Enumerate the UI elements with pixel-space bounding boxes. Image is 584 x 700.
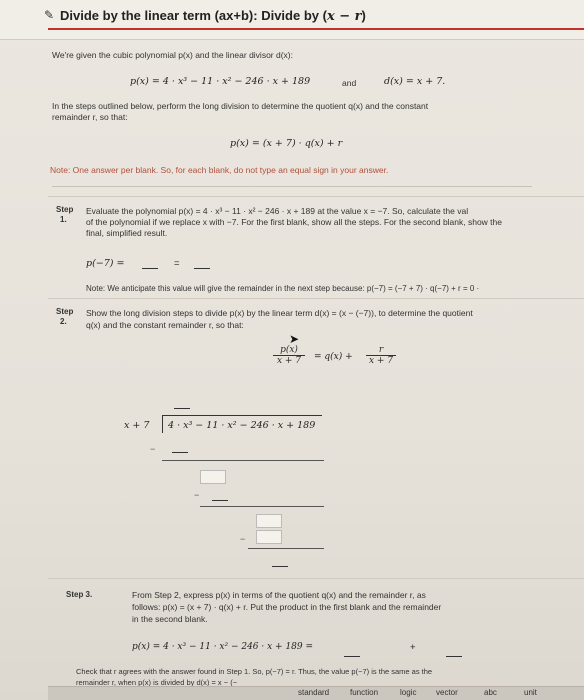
quotient-expression: = q(x) + <box>314 352 353 362</box>
minus-sign-3: − <box>240 534 246 544</box>
toolbar-tab-unit[interactable]: unit <box>524 688 537 697</box>
note-text: Note: One answer per blank. So, for each… <box>50 165 389 175</box>
step-1-label: Step 1. <box>56 205 74 225</box>
division-identity: p(x) = (x + 7) · q(x) + r <box>230 138 343 149</box>
remainder-blank[interactable] <box>446 656 462 657</box>
divider <box>52 186 532 187</box>
step-3-text-2: follows: p(x) = (x + 7) · q(x) + r. Put … <box>132 602 442 612</box>
divisor-equation: d(x) = x + 7. <box>384 76 446 87</box>
step-3-label: Step 3. <box>66 590 93 599</box>
step-1-eval-lhs: p(−7) = <box>86 258 125 269</box>
step-1-text-2: of the polynomial if we replace x with −… <box>86 217 503 227</box>
dividend-label: 4 · x³ − 11 · x² − 246 · x + 189 <box>168 420 316 431</box>
fraction-p-over-d: p(x) x + 7 <box>273 345 305 366</box>
remainder-blank-1[interactable] <box>200 470 226 484</box>
question-header: ✎ Divide by the linear term (ax+b): Divi… <box>0 0 584 40</box>
subtract-blank-2[interactable] <box>212 500 228 501</box>
remainder-blank-2[interactable] <box>256 514 282 528</box>
subtract-blank-3[interactable] <box>256 530 282 544</box>
step-3-text-3: in the second blank. <box>132 614 208 624</box>
final-remainder-blank[interactable] <box>272 566 288 567</box>
step-3-expression: p(x) = 4 · x³ − 11 · x² − 246 · x + 189 … <box>132 642 314 652</box>
steps-intro-text: In the steps outlined below, perform the… <box>52 101 429 111</box>
division-line-3 <box>248 548 324 549</box>
toolbar-tab-standard[interactable]: standard <box>298 688 329 697</box>
and-text: and <box>342 78 357 88</box>
minus-sign-2: − <box>194 490 200 500</box>
fraction-r-over-d: r x + 7 <box>366 345 396 366</box>
step-2-text-2: q(x) and the constant remainder r, so th… <box>86 320 244 330</box>
subtract-blank-1[interactable] <box>172 452 188 453</box>
title-underline <box>48 28 584 30</box>
step-1-text-3: final, simplified result. <box>86 228 168 238</box>
polynomial-equation: p(x) = 4 · x³ − 11 · x² − 246 · x + 189 <box>130 76 311 87</box>
division-line-2 <box>200 506 324 507</box>
steps-intro-text-2: remainder r, so that: <box>52 112 128 122</box>
division-line-1 <box>162 460 324 461</box>
step-2-box <box>48 298 584 568</box>
question-page: ✎ Divide by the linear term (ax+b): Divi… <box>0 0 584 700</box>
divisor-label: x + 7 <box>124 420 150 431</box>
step-1-blank-result[interactable] <box>194 268 210 269</box>
plus-sign: + <box>410 642 416 653</box>
step-2-label: Step 2. <box>56 307 74 327</box>
mouse-cursor-icon: ➤ <box>289 332 300 346</box>
product-blank[interactable] <box>344 656 360 657</box>
step-2-text: Show the long division steps to divide p… <box>86 308 473 318</box>
math-input-toolbar: standard function logic vector abc unit <box>48 686 584 700</box>
step-1-eq-sign: = <box>174 258 180 269</box>
step-1-text: Evaluate the polynomial p(x) = 4 · x³ − … <box>86 206 469 216</box>
step-1-blank-steps[interactable] <box>142 268 158 269</box>
page-title: Divide by the linear term (ax+b): Divide… <box>60 8 366 24</box>
quotient-blank[interactable] <box>174 408 190 409</box>
check-text: Check that r agrees with the answer foun… <box>76 667 433 676</box>
toolbar-tab-function[interactable]: function <box>350 688 378 697</box>
intro-given-text: We're given the cubic polynomial p(x) an… <box>52 50 293 60</box>
toolbar-tab-logic[interactable]: logic <box>400 688 416 697</box>
step-1-note: Note: We anticipate this value will give… <box>86 284 480 293</box>
pencil-icon: ✎ <box>44 8 55 22</box>
toolbar-tab-vector[interactable]: vector <box>436 688 458 697</box>
minus-sign: − <box>150 444 156 454</box>
step-3-text: From Step 2, express p(x) in terms of th… <box>132 590 426 600</box>
toolbar-tab-abc[interactable]: abc <box>484 688 497 697</box>
